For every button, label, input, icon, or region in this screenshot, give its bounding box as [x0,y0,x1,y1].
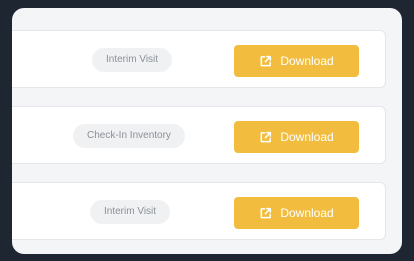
download-button[interactable]: Download [234,45,359,77]
report-type-badge: Interim Visit [90,200,171,224]
report-type-badge: Check-In Inventory [73,124,185,148]
external-link-icon [259,207,272,220]
external-link-icon [259,131,272,144]
download-label: Download [280,54,334,68]
external-link-icon [259,55,272,68]
download-button[interactable]: Download [234,121,359,153]
report-row: Check-In Inventory Download [12,106,386,164]
report-type-badge: Interim Visit [92,48,173,72]
download-label: Download [280,130,334,144]
download-label: Download [280,206,334,220]
report-row: Interim Visit Download [12,30,386,88]
reports-panel: Interim Visit Download Check-In Inventor… [12,8,402,254]
report-row: Interim Visit Download [12,182,386,240]
download-button[interactable]: Download [234,197,359,229]
